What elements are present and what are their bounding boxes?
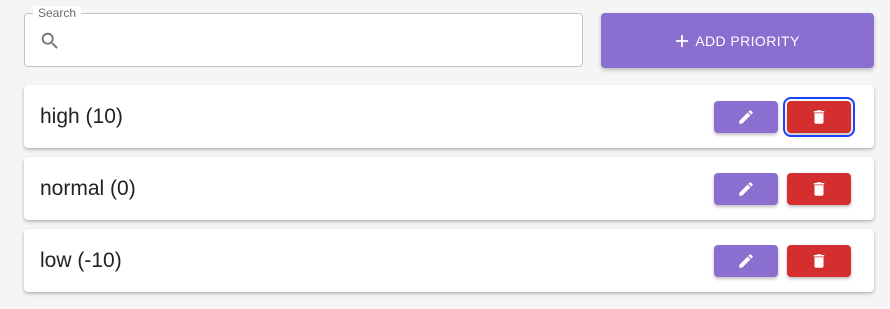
- priority-label: low (-10): [40, 249, 122, 272]
- priority-label: high (10): [40, 105, 123, 128]
- trash-icon: [813, 254, 825, 268]
- search-field[interactable]: Search: [24, 6, 583, 67]
- search-input[interactable]: [73, 22, 577, 60]
- plus-icon: [676, 34, 689, 47]
- edit-button[interactable]: [714, 173, 778, 205]
- add-priority-label: ADD PRIORITY: [695, 32, 800, 49]
- pencil-icon: [739, 254, 753, 268]
- search-icon: [41, 32, 58, 49]
- edit-button[interactable]: [714, 245, 778, 277]
- priority-label: normal (0): [40, 177, 136, 200]
- delete-button[interactable]: [787, 173, 851, 205]
- list-item: low (-10): [24, 229, 874, 292]
- pencil-icon: [739, 110, 753, 124]
- delete-button[interactable]: [783, 97, 855, 137]
- list-item: high (10): [24, 85, 874, 148]
- trash-icon: [813, 182, 825, 196]
- pencil-icon: [739, 182, 753, 196]
- list-item: normal (0): [24, 157, 874, 220]
- add-priority-button[interactable]: ADD PRIORITY: [601, 13, 874, 68]
- search-label: Search: [33, 6, 82, 20]
- edit-button[interactable]: [714, 101, 778, 133]
- delete-button[interactable]: [787, 245, 851, 277]
- trash-icon: [813, 110, 825, 124]
